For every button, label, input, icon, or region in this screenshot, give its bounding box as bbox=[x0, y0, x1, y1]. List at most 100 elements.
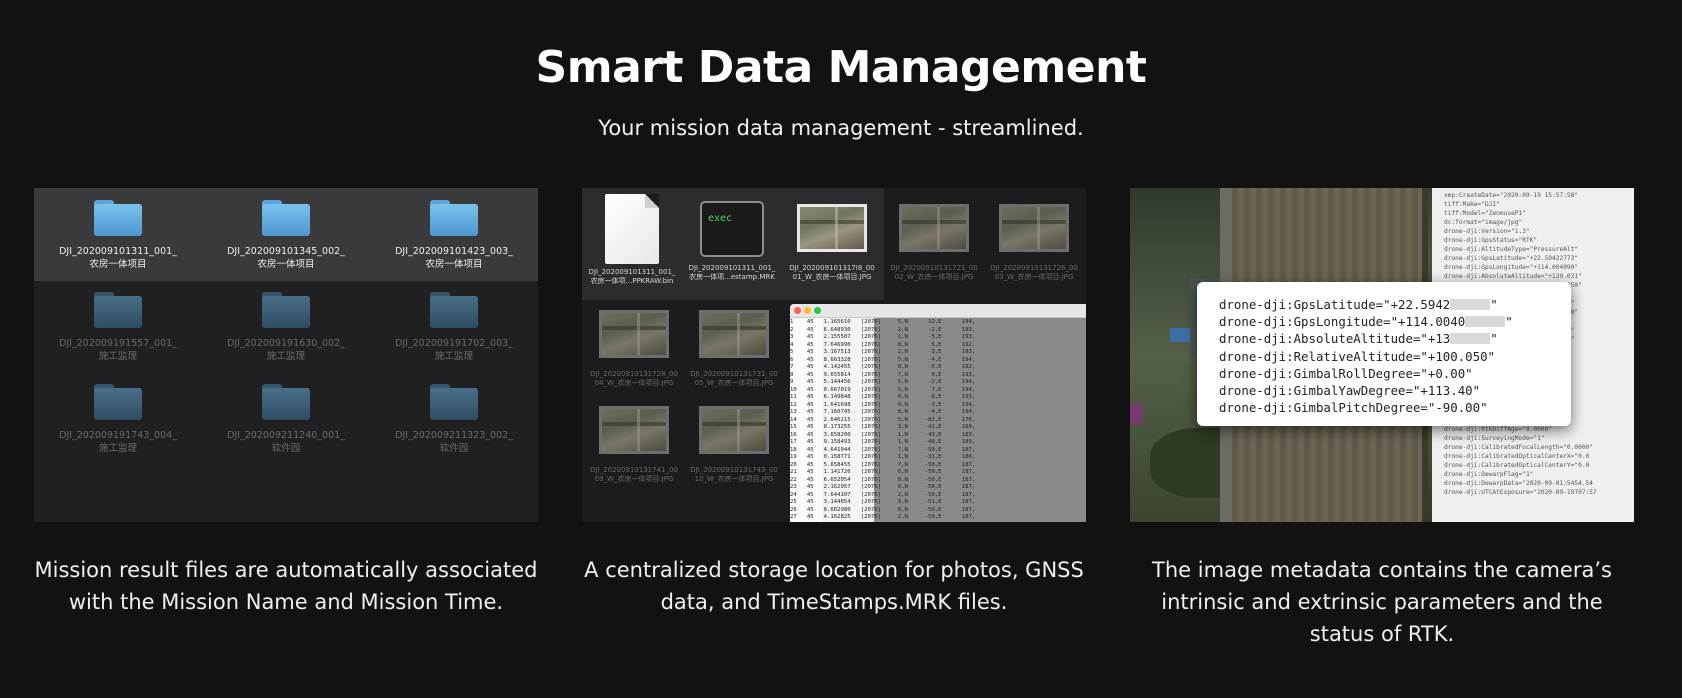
file-label: DJI_202009101311_001_ 农房一体项...PPKRAW.bin bbox=[582, 268, 682, 286]
metadata-line: drone-dji:UTCAtExposure="2020-09-19T07:5… bbox=[1444, 489, 1597, 496]
folder-item[interactable]: DJI_202009191743_004_ 施工监理 bbox=[34, 384, 202, 455]
mrk-data-row: 24 45 7.644107 [2076] 2,N -50,E 187, bbox=[790, 491, 976, 498]
mrk-file-window: 1 45 1.165610 [2076] 5,N 12,E 194, 2 45 6… bbox=[790, 304, 1086, 522]
file-item[interactable]: DJI_202009101311_001_ 农房一体项...PPKRAW.bin bbox=[582, 194, 682, 286]
mrk-data-row: 19 45 0.158771 [2076] 1,N -31,E 186, bbox=[790, 454, 976, 460]
file-label-line: 农房一体项...PPKRAW.bin bbox=[590, 277, 674, 285]
mrk-data-row: 1 45 1.165610 [2076] 5,N 12,E 194, bbox=[790, 319, 976, 325]
window-titlebar bbox=[790, 304, 1086, 318]
metadata-screenshot: xmp:CreateDate="2020-09-19 15:57:58" tiff… bbox=[1130, 188, 1634, 522]
mrk-data-row: 22 45 6.652054 [2076] 8,N -50,E 187, bbox=[790, 476, 976, 483]
folder-item[interactable]: DJI_202009191630_002_ 施工监理 bbox=[202, 292, 370, 363]
metadata-line: tiff:Make="DJI" bbox=[1444, 201, 1500, 208]
file-label-line: DJI_20200910131743_00 bbox=[690, 466, 778, 474]
window-close-icon[interactable] bbox=[794, 307, 801, 314]
folder-item[interactable]: DJI_202009101423_003_ 农房一体项目 bbox=[370, 200, 538, 271]
file-label: DJI_20200910131741_00 09_W_农房一体项目.JPG bbox=[584, 466, 684, 484]
file-label-line: 05_W_农房一体项目.JPG bbox=[694, 379, 774, 387]
folder-label-line: 施工监理 bbox=[266, 351, 305, 362]
folder-label-line: DJI_202009191557_001_ bbox=[59, 338, 177, 349]
redaction-bar bbox=[1450, 333, 1491, 345]
metadata-highlight-card: drone-dji:GpsLatitude="+22.5942 " drone-dj… bbox=[1197, 282, 1571, 426]
file-item[interactable]: exec DJI_202009101311_001_ 农房一体项...estamp.… bbox=[682, 194, 782, 282]
file-item[interactable]: DJI_20200910131741_00 09_W_农房一体项目.JPG bbox=[584, 396, 684, 484]
metadata-field: drone-dji:AbsoluteAltitude="+13 " bbox=[1219, 330, 1551, 347]
file-item[interactable]: DJI_20200910131726_00 03_W_农房一体项目.JPG bbox=[984, 194, 1084, 282]
file-label: DJI_20200910131726_00 03_W_农房一体项目.JPG bbox=[984, 264, 1084, 282]
folder-label: DJI_202009191630_002_ 施工监理 bbox=[202, 337, 370, 363]
folder-label-line: 施工监理 bbox=[98, 443, 137, 454]
folder-icon bbox=[430, 200, 478, 236]
folder-label-line: 施工监理 bbox=[98, 351, 137, 362]
folder-label-line: 施工监理 bbox=[434, 351, 473, 362]
folder-item[interactable]: DJI_202009211323_002_ 软件园 bbox=[370, 384, 538, 455]
mrk-data-row: 14 45 2.646215 [2076] 5,N -83,E 176, bbox=[790, 416, 976, 423]
metadata-line: drone-dji:AbsoluteAltitude="+139.031" bbox=[1444, 273, 1582, 280]
image-thumbnail bbox=[899, 204, 969, 252]
window-minimize-icon[interactable] bbox=[804, 307, 811, 314]
file-item[interactable]: DJI_20200910131721_00 02_W_农房一体项目.JPG bbox=[884, 194, 984, 282]
folder-browser-screenshot: DJI_202009101311_001_ 农房一体项目 DJI_202009101… bbox=[34, 188, 538, 522]
folder-label-line: DJI_202009211323_002_ bbox=[395, 430, 513, 441]
mrk-data-row: 4 45 7.646990 [2076] 8,N 5,E 192, bbox=[790, 341, 976, 348]
folder-label: DJI_202009191743_004_ 施工监理 bbox=[34, 429, 202, 455]
image-thumbnail bbox=[699, 406, 769, 454]
file-item[interactable]: DJI_20200910131728_00 04_W_农房一体项目.JPG bbox=[584, 300, 684, 388]
folder-label: DJI_202009211240_001_ 软件园 bbox=[202, 429, 370, 455]
file-label-line: DJI_20200910131721_00 bbox=[890, 264, 978, 272]
metadata-line: drone-dji:CalibratedOpticalCenterX="0.0 bbox=[1444, 453, 1590, 460]
metadata-line: drone-dji:GpsLatitude="+22.59422773" bbox=[1444, 255, 1579, 262]
folder-label: DJI_202009101311_001_ 农房一体项目 bbox=[34, 245, 202, 271]
metadata-field-text: drone-dji:GimbalRollDegree="+0.00" bbox=[1219, 365, 1473, 381]
file-item[interactable]: DJI_20200910131743_00 10_W_农房一体项目.JPG bbox=[684, 396, 784, 484]
folder-icon bbox=[262, 200, 310, 236]
document-icon bbox=[605, 194, 659, 264]
mrk-data-row: 13 45 7.160745 [2076] 8,N -4,E 194, bbox=[790, 409, 976, 415]
image-thumbnail bbox=[999, 204, 1069, 252]
metadata-field-suffix: " bbox=[1490, 331, 1498, 347]
caption-image-metadata: The image metadata contains the camera’s… bbox=[1152, 558, 1612, 646]
folder-icon bbox=[94, 292, 142, 328]
metadata-field-text: drone-dji:GimbalYawDegree="+113.40" bbox=[1219, 383, 1481, 399]
folder-label-line: DJI_202009101345_002_ bbox=[227, 246, 345, 257]
file-label: DJI_20200910131721_00 02_W_农房一体项目.JPG bbox=[884, 264, 984, 282]
metadata-line: drone-dji:GpsStatus="RTK" bbox=[1444, 237, 1538, 244]
mrk-data-row: 10 45 0.667019 [2076] 5,N 7,E 194, bbox=[790, 386, 976, 393]
metadata-line: drone-dji:Version="1.3" bbox=[1444, 228, 1530, 235]
image-thumbnail bbox=[699, 310, 769, 358]
metadata-line: xmp:CreateDate="2020-09-19 15:57:58" bbox=[1444, 192, 1579, 199]
folder-item[interactable]: DJI_202009101345_002_ 农房一体项目 bbox=[202, 200, 370, 271]
image-thumbnail bbox=[797, 204, 867, 252]
file-label-line: 02_W_农房一体项目.JPG bbox=[894, 273, 974, 281]
folder-item[interactable]: DJI_202009211240_001_ 软件园 bbox=[202, 384, 370, 455]
file-label-line: DJI_202009101311_001_ bbox=[588, 268, 676, 276]
metadata-line: drone-dji:AltitudeType="PressureAlt" bbox=[1444, 246, 1579, 253]
image-thumbnail bbox=[599, 406, 669, 454]
metadata-line: drone-dji:SurveyingMode="1" bbox=[1444, 435, 1545, 442]
window-maximize-icon[interactable] bbox=[814, 307, 821, 314]
file-label-line: 09_W_农房一体项目.JPG bbox=[594, 475, 674, 483]
folder-label-line: DJI_202009211240_001_ bbox=[227, 430, 345, 441]
folder-icon bbox=[262, 384, 310, 420]
mrk-data-row: 25 45 3.144054 [2076] 3,N -51,E 187, bbox=[790, 499, 976, 505]
metadata-line: drone-dji:DewarpData="2020-09-01;5454.54 bbox=[1444, 480, 1594, 487]
folder-item[interactable]: DJI_202009191702_003_ 施工监理 bbox=[370, 292, 538, 363]
folder-item[interactable]: DJI_202009101311_001_ 农房一体项目 bbox=[34, 200, 202, 271]
caption-centralized-storage: A centralized storage location for photo… bbox=[584, 558, 1084, 614]
folder-label-line: 软件园 bbox=[439, 443, 469, 454]
file-item[interactable]: DJI_202009101317I8_00 01_W_农房一体项目.JPG bbox=[782, 194, 882, 282]
mrk-data-row: 7 45 4.142455 [2076] 8,N -5,E 192, bbox=[790, 364, 976, 370]
folder-label-line: 农房一体项目 bbox=[257, 259, 315, 270]
mrk-data-row: 6 45 8.663328 [2076] 5,N -4,E 194, bbox=[790, 356, 976, 363]
metadata-field: drone-dji:GpsLongitude="+114.0040 " bbox=[1219, 313, 1551, 330]
file-item[interactable]: DJI_20200910131731_00 05_W_农房一体项目.JPG bbox=[684, 300, 784, 388]
folder-item[interactable]: DJI_202009191557_001_ 施工监理 bbox=[34, 292, 202, 363]
mrk-data-row: 2 45 6.648930 [2076] 2,N -2,E 193, bbox=[790, 326, 976, 333]
mrk-data-row: 5 45 3.167513 [2076] 2,N -3,E 193, bbox=[790, 349, 976, 355]
mrk-data-row: 23 45 2.162957 [2076] 9,N -50,E 187, bbox=[790, 484, 976, 490]
mrk-data-row: 17 45 9.158493 [2076] 1,N -48,E 189, bbox=[790, 439, 976, 445]
mrk-data-row: 16 45 3.658200 [2076] 1,N -43,E 189, bbox=[790, 431, 976, 438]
metadata-field: drone-dji:GpsLatitude="+22.5942 " bbox=[1219, 296, 1551, 313]
folder-label-line: DJI_202009191630_002_ bbox=[227, 338, 345, 349]
metadata-field-text: drone-dji:AbsoluteAltitude="+13 bbox=[1219, 331, 1451, 347]
